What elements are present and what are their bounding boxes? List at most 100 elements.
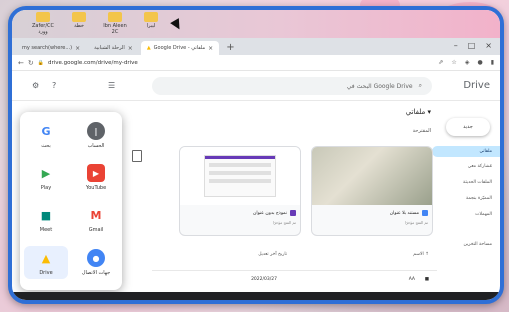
window-controls: – □ × <box>454 41 492 50</box>
sidebar-item-starred[interactable]: المميّزة بنجمة <box>432 196 492 201</box>
folder-icon <box>144 12 158 22</box>
drive-favicon-icon: ▲ <box>146 45 151 51</box>
app-youtube[interactable]: ▶ YouTube <box>74 164 118 191</box>
google-apps-popup: G بحث | الحساب ▶ Play ▶ YouTube ■ Meet M… <box>20 112 122 290</box>
file-card-name: مستند بلا عنوان <box>390 210 428 216</box>
file-card-name: نموذج بدون عنوان <box>253 210 296 216</box>
app-contacts[interactable]: ● جهات الاتصال <box>74 249 118 276</box>
app-label: Meet <box>39 227 53 233</box>
app-play[interactable]: ▶ Play <box>24 164 68 192</box>
desktop-icon[interactable]: Ibn Aleen 2C <box>98 12 132 35</box>
app-account[interactable]: | الحساب <box>74 122 118 149</box>
sidebar-item-shared[interactable]: مُشاركة معي <box>432 164 492 169</box>
desktop-strip: Zafer/CC وورد خطة Ibn Aleen 2C ليبرا <box>12 10 500 38</box>
drive-sidebar: جديد ملفاتي مُشاركة معي الملفات الحديثة … <box>432 102 500 300</box>
drive-logo[interactable]: Drive <box>463 80 490 91</box>
browser-tab-active[interactable]: ▲ Google Drive - ملفاتي × <box>140 41 220 55</box>
address-bar: ← ↻ 🔒 drive.google.com/drive/my-drive ⇗ … <box>12 55 500 71</box>
browser-tab[interactable]: الرحلة الشبابية × <box>88 41 139 55</box>
sidebar-item-recent[interactable]: الملفات الحديثة <box>432 180 492 185</box>
browser-tab[interactable]: my search(where...) × <box>16 41 86 55</box>
docs-file-icon <box>422 210 428 216</box>
maximize-button[interactable]: □ <box>468 41 476 50</box>
tab-label: my search(where...) <box>22 45 73 51</box>
sidebar-item-storage[interactable]: مساحة التخزين <box>432 242 492 247</box>
file-thumbnail <box>180 147 300 205</box>
file-card-subtitle: تم الفتح مؤخرًا <box>404 220 428 225</box>
document-icon[interactable] <box>132 150 142 162</box>
close-window-button[interactable]: × <box>485 41 492 50</box>
drive-header: ⚙ ? ☰ البحث في Google Drive ⌕ Drive <box>12 71 500 101</box>
desktop-icon[interactable]: ليبرا <box>134 12 168 29</box>
help-icon[interactable]: ? <box>52 81 56 90</box>
laptop-screen: Zafer/CC وورد خطة Ibn Aleen 2C ليبرا my … <box>8 6 504 304</box>
folder-icon <box>72 12 86 22</box>
minimize-button[interactable]: – <box>454 41 458 50</box>
folder-icon: ■ <box>424 277 429 282</box>
app-gmail[interactable]: M Gmail <box>74 206 118 234</box>
row-date: 2022/03/27 <box>251 277 277 282</box>
desktop-icon-label: خطة <box>74 23 84 29</box>
page-title[interactable]: ملفاتي ▾ <box>406 108 431 116</box>
file-card[interactable]: مستند بلا عنوان تم الفتح مؤخرًا <box>311 146 433 236</box>
desktop-icon[interactable]: خطة <box>62 12 96 29</box>
app-label: Drive <box>39 270 53 276</box>
file-card-subtitle: تم الفتح مؤخرًا <box>272 220 296 225</box>
sidebar-item-my-drive[interactable]: ملفاتي <box>432 146 500 157</box>
table-row[interactable]: ■ AA 2022/03/27 <box>152 270 437 282</box>
meet-icon: ■ <box>40 208 52 222</box>
lock-icon: 🔒 <box>37 59 44 66</box>
profile-icon[interactable]: ● <box>477 59 482 66</box>
back-icon[interactable]: ← <box>18 59 24 67</box>
app-label: Gmail <box>88 227 104 233</box>
tab-label: Google Drive - ملفاتي <box>153 45 206 51</box>
suggested-section-label: المقترحة <box>412 128 431 134</box>
extension-icon[interactable]: ◈ <box>465 59 470 66</box>
close-tab-icon[interactable]: × <box>208 45 213 52</box>
app-label: جهات الاتصال <box>81 270 111 276</box>
account-icon: | <box>87 122 105 140</box>
new-tab-button[interactable]: + <box>221 41 239 55</box>
desktop-icon-label: ليبرا <box>146 23 156 29</box>
desktop-icon-label: وورد <box>38 29 48 35</box>
desktop-icon[interactable]: Zafer/CC وورد <box>26 12 60 35</box>
share-icon[interactable]: ⇗ <box>438 59 443 66</box>
folder-icon <box>36 12 50 22</box>
app-drive[interactable]: ▲ Drive <box>24 246 68 279</box>
row-file-name: AA <box>408 277 415 282</box>
google-search-icon: G <box>41 124 51 138</box>
app-label: Play <box>40 185 52 191</box>
browser-tab-bar: my search(where...) × الرحلة الشبابية × … <box>12 38 500 55</box>
search-input[interactable]: البحث في Google Drive ⌕ <box>152 77 432 95</box>
app-label: الحساب <box>87 143 105 149</box>
sidebar-item-trash[interactable]: المهملات <box>432 212 492 217</box>
new-button[interactable]: جديد <box>446 118 490 136</box>
drive-main-content: ملفاتي ▾ المقترحة مستند بلا عنوان تم الف… <box>152 102 437 300</box>
filter-icon[interactable]: ☰ <box>108 81 115 90</box>
close-tab-icon[interactable]: × <box>128 45 133 52</box>
taskbar <box>12 292 500 300</box>
search-placeholder: البحث في Google Drive <box>346 82 413 90</box>
url-field[interactable]: drive.google.com/drive/my-drive <box>48 60 438 66</box>
sidebar-toggle-icon[interactable]: ▮ <box>491 59 494 66</box>
app-search[interactable]: G بحث <box>24 122 68 150</box>
tab-label: الرحلة الشبابية <box>94 45 125 51</box>
reload-icon[interactable]: ↻ <box>28 59 34 67</box>
star-icon[interactable]: ☆ <box>451 59 456 66</box>
app-meet[interactable]: ■ Meet <box>24 206 68 234</box>
desktop-icon-label: 2C <box>111 29 119 35</box>
contacts-icon: ● <box>87 249 105 267</box>
app-label: بحث <box>41 143 51 149</box>
gmail-icon: M <box>90 208 102 222</box>
file-thumbnail <box>312 147 432 205</box>
close-tab-icon[interactable]: × <box>75 45 80 52</box>
drive-icon: ▲ <box>41 251 51 265</box>
column-header-name[interactable]: الاسم ↑ <box>413 252 429 257</box>
file-card[interactable]: نموذج بدون عنوان تم الفتح مؤخرًا <box>179 146 301 236</box>
settings-gear-icon[interactable]: ⚙ <box>32 81 39 90</box>
forms-file-icon <box>290 210 296 216</box>
search-icon[interactable]: ⌕ <box>419 82 422 90</box>
address-bar-icons: ⇗ ☆ ◈ ● ▮ <box>438 59 494 66</box>
app-label: YouTube <box>85 185 107 191</box>
column-header-date[interactable]: تاريخ آخر تعديل <box>258 252 287 257</box>
